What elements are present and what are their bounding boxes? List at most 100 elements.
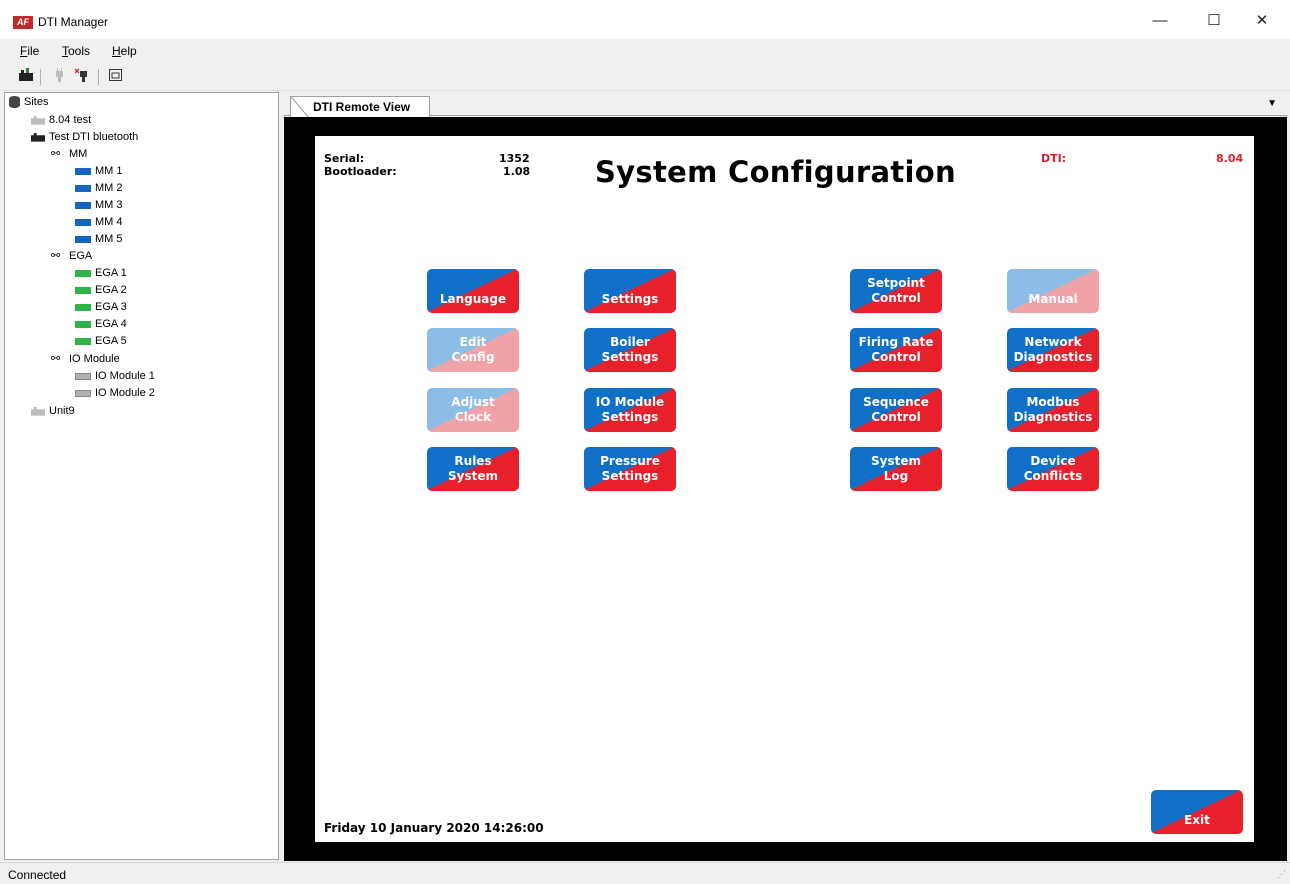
tree-device[interactable]: EGA 1 <box>75 265 127 282</box>
tree-label: EGA 1 <box>95 267 127 279</box>
serial-label: Serial: <box>324 152 365 165</box>
plug-connect-icon <box>56 68 63 82</box>
adjust-clock-button[interactable]: Adjust Clock <box>427 388 519 432</box>
edit-config-button[interactable]: Edit Config <box>427 328 519 372</box>
tree-label: Unit9 <box>49 405 75 417</box>
tree-group[interactable]: ⚯ MM <box>51 146 87 163</box>
tree-device[interactable]: EGA 2 <box>75 282 127 299</box>
button-label: Log <box>883 469 909 483</box>
database-icon <box>9 96 20 109</box>
boiler-settings-button[interactable]: Boiler Settings <box>584 328 676 372</box>
button-label: Control <box>871 410 921 424</box>
button-label: Modbus <box>1026 395 1080 409</box>
tree-device[interactable]: MM 4 <box>75 214 123 231</box>
tree-site[interactable]: Test DTI bluetooth <box>31 129 138 146</box>
io-module-settings-button[interactable]: IO Module Settings <box>584 388 676 432</box>
tree-label: IO Module 1 <box>95 370 155 382</box>
device-conflicts-button[interactable]: Device Conflicts <box>1007 447 1099 491</box>
window-icon <box>109 69 122 81</box>
tab-dti-remote-view[interactable]: DTI Remote View <box>290 96 430 118</box>
modbus-diagnostics-button[interactable]: Modbus Diagnostics <box>1007 388 1099 432</box>
device-screen: Serial: 1352 Bootloader: 1.08 DTI: 8.04 … <box>315 136 1254 842</box>
settings-button[interactable]: Settings <box>584 269 676 313</box>
tree-label: MM <box>69 148 88 160</box>
device-io-icon <box>75 372 91 380</box>
resize-grip-icon[interactable]: ⋰ <box>1277 869 1286 880</box>
tree-group[interactable]: ⚯ EGA <box>51 248 92 265</box>
status-bar: Connected ⋰ <box>0 862 1290 884</box>
tree-device[interactable]: MM 2 <box>75 180 123 197</box>
tree-site[interactable]: 8.04 test <box>31 112 91 129</box>
tree-device[interactable]: EGA 3 <box>75 299 127 316</box>
device-mm-icon <box>75 235 91 243</box>
device-io-icon <box>75 389 91 397</box>
device-ega-icon <box>75 286 91 294</box>
exit-button[interactable]: Exit <box>1151 790 1243 834</box>
menu-tools-label: ools <box>68 44 91 58</box>
device-ega-icon <box>75 337 91 345</box>
language-button[interactable]: Language <box>427 269 519 313</box>
page-title: System Configuration <box>595 155 956 189</box>
setpoint-control-button[interactable]: Setpoint Control <box>850 269 942 313</box>
manual-button[interactable]: Manual <box>1007 269 1099 313</box>
connect-button[interactable] <box>50 68 68 86</box>
button-label: Settings <box>601 469 659 483</box>
tree-root-sites[interactable]: Sites <box>9 94 48 111</box>
factory-icon <box>31 406 45 416</box>
minimize-button[interactable]: — <box>1137 8 1183 34</box>
device-ega-icon <box>75 269 91 277</box>
button-label: Setpoint <box>867 276 925 290</box>
tree-device[interactable]: MM 1 <box>75 163 123 180</box>
window-title: DTI Manager <box>38 15 109 29</box>
tree-device[interactable]: EGA 4 <box>75 316 127 333</box>
system-log-button[interactable]: System Log <box>850 447 942 491</box>
menu-help[interactable]: Help <box>112 44 137 58</box>
button-label: Control <box>871 350 921 364</box>
firing-rate-control-button[interactable]: Firing Rate Control <box>850 328 942 372</box>
tree-device[interactable]: IO Module 1 <box>75 368 155 385</box>
button-label: Settings <box>601 292 659 306</box>
add-site-icon <box>19 68 33 81</box>
device-ega-icon <box>75 303 91 311</box>
tree-label: MM 2 <box>95 182 123 194</box>
menu-bar: File Tools Help <box>0 39 1290 63</box>
toolbar-separator <box>40 69 41 85</box>
tree-device[interactable]: MM 3 <box>75 197 123 214</box>
tree-site[interactable]: Unit9 <box>31 403 75 420</box>
plug-disconnect-icon <box>74 68 87 82</box>
button-label: System <box>448 469 498 483</box>
tree-group[interactable]: ⚯ IO Module <box>51 351 120 368</box>
serial-value: 1352 <box>499 152 530 165</box>
tree-device[interactable]: EGA 5 <box>75 333 127 350</box>
title-bar: AF DTI Manager — ☐ ✕ <box>0 0 1290 39</box>
tab-strip: DTI Remote View ▼ <box>284 92 1287 118</box>
toolbar <box>0 63 1290 91</box>
menu-file[interactable]: File <box>20 44 39 58</box>
pressure-settings-button[interactable]: Pressure Settings <box>584 447 676 491</box>
factory-icon <box>31 132 45 142</box>
tree-label: EGA 2 <box>95 284 127 296</box>
rules-system-button[interactable]: Rules System <box>427 447 519 491</box>
tree-label: EGA 5 <box>95 335 127 347</box>
connection-status: Connected <box>8 868 67 882</box>
disconnect-button[interactable] <box>74 68 92 86</box>
button-label: Boiler <box>610 335 650 349</box>
tree-device[interactable]: IO Module 2 <box>75 385 155 402</box>
menu-tools[interactable]: Tools <box>62 44 90 58</box>
maximize-button[interactable]: ☐ <box>1191 8 1237 34</box>
tab-dropdown-icon[interactable]: ▼ <box>1267 98 1277 109</box>
remote-view-button[interactable] <box>107 68 125 86</box>
menu-file-label: ile <box>27 44 40 58</box>
tree-device[interactable]: MM 5 <box>75 231 123 248</box>
button-label: Language <box>439 292 507 306</box>
button-label: Settings <box>601 350 659 364</box>
close-button[interactable]: ✕ <box>1239 8 1285 34</box>
app-logo-icon: AF <box>13 16 33 29</box>
network-icon: ⚯ <box>51 353 61 366</box>
button-label: Diagnostics <box>1013 410 1093 424</box>
sequence-control-button[interactable]: Sequence Control <box>850 388 942 432</box>
button-label: Adjust <box>451 395 495 409</box>
network-diagnostics-button[interactable]: Network Diagnostics <box>1007 328 1099 372</box>
sites-tree[interactable]: Sites 8.04 test Test DTI bluetooth ⚯ MM M… <box>4 92 279 860</box>
add-site-button[interactable] <box>17 68 35 86</box>
